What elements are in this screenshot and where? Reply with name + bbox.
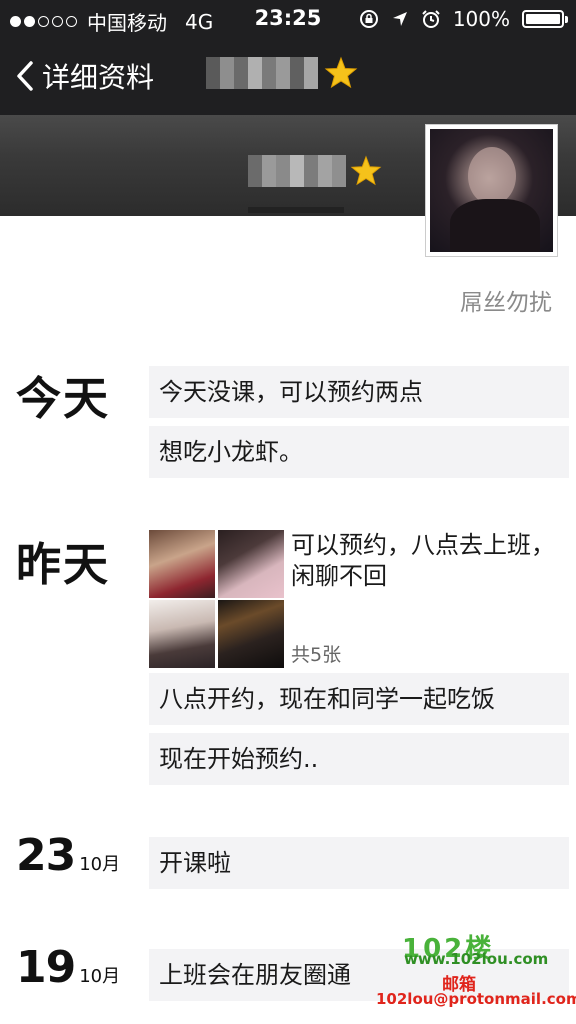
blurred-name bbox=[248, 155, 346, 187]
status-right: 100% bbox=[359, 7, 568, 31]
date-day: 19 bbox=[16, 942, 76, 993]
date-label: 23 10月 bbox=[16, 830, 120, 881]
photo-post[interactable]: 可以预约，八点去上班，闲聊不回 共5张 bbox=[149, 528, 569, 668]
day-label-yesterday: 昨天 bbox=[16, 538, 111, 591]
battery-fill bbox=[526, 14, 560, 24]
location-icon bbox=[392, 12, 407, 26]
back-label: 详细资料 bbox=[42, 61, 155, 94]
photo-thumbnail bbox=[149, 600, 215, 668]
chevron-left-icon bbox=[17, 61, 33, 91]
avatar-photo bbox=[430, 129, 553, 252]
timeline-post[interactable]: 今天没课，可以预约两点 bbox=[149, 366, 569, 418]
blurred-name bbox=[206, 57, 318, 89]
watermark-url: www.102lou.com bbox=[404, 950, 549, 968]
photo-thumbnail bbox=[218, 600, 284, 668]
profile-name bbox=[248, 155, 382, 187]
rotation-lock-icon bbox=[359, 10, 378, 28]
status-bar: 中国移动 4G 23:25 100% bbox=[0, 0, 576, 38]
profile-signature: 屌丝勿扰 bbox=[460, 290, 552, 316]
star-icon bbox=[324, 56, 358, 89]
battery-percent: 100% bbox=[452, 7, 510, 31]
photo-thumbnail bbox=[149, 530, 215, 598]
watermark: 102楼 www.102lou.com 邮箱 102lou@protonmail… bbox=[376, 928, 576, 1012]
avatar[interactable] bbox=[425, 124, 558, 257]
battery-icon bbox=[522, 10, 568, 28]
name-underline bbox=[248, 207, 344, 213]
star-icon bbox=[350, 155, 382, 186]
timeline-post[interactable]: 现在开始预约.. bbox=[149, 733, 569, 785]
nav-bar: 详细资料 bbox=[0, 38, 576, 115]
date-label: 19 10月 bbox=[16, 942, 120, 993]
date-month: 10月 bbox=[79, 966, 121, 987]
day-label-today: 今天 bbox=[16, 372, 111, 425]
photo-post-text: 可以预约，八点去上班，闲聊不回 bbox=[291, 531, 555, 590]
timeline-post[interactable]: 八点开约，现在和同学一起吃饭 bbox=[149, 673, 569, 725]
photo-count: 共5张 bbox=[291, 644, 342, 666]
nav-user-name bbox=[206, 56, 358, 90]
watermark-mail: 102lou@protonmail.com bbox=[376, 990, 576, 1008]
date-day: 23 bbox=[16, 830, 76, 881]
photo-thumbnail bbox=[218, 530, 284, 598]
back-button[interactable]: 详细资料 bbox=[16, 56, 154, 96]
alarm-icon bbox=[422, 10, 440, 28]
date-month: 10月 bbox=[79, 854, 121, 875]
timeline-post[interactable]: 开课啦 bbox=[149, 837, 569, 889]
timeline-post[interactable]: 想吃小龙虾。 bbox=[149, 426, 569, 478]
